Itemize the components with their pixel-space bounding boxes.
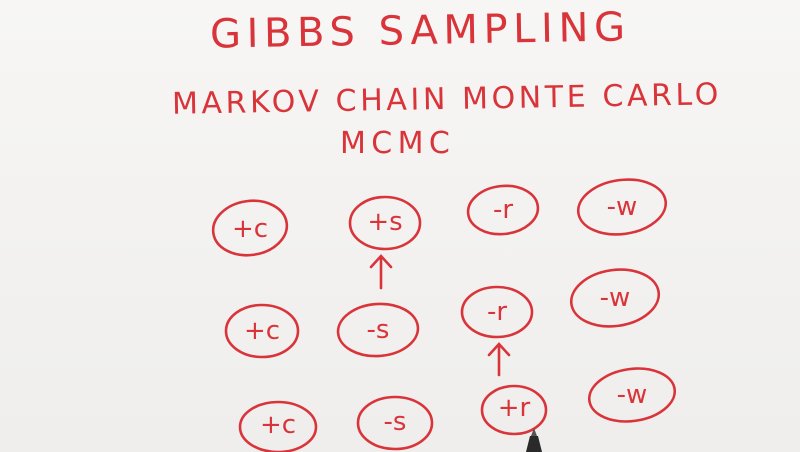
node-label: -r [493, 195, 513, 225]
node-label: -w [600, 283, 631, 313]
whiteboard: GIBBS SAMPLING MARKOV CHAIN MONTE CARLO … [0, 0, 800, 452]
node-label: +c [232, 214, 268, 244]
state-diagram: +c +s -r -w +c -s -r -w +c -s +r -w [211, 178, 677, 452]
node-label: +c [244, 316, 280, 346]
node-label: -s [367, 315, 390, 345]
node-label: +s [367, 207, 402, 237]
node-label: -w [607, 192, 638, 222]
node-label: -w [617, 380, 648, 410]
arrow-up-icon-2 [487, 342, 511, 377]
node-label: +c [260, 410, 296, 440]
node-label: -s [384, 407, 407, 437]
arrow-up-icon-1 [369, 254, 393, 290]
node-label: +r [498, 393, 531, 423]
node-label: -r [487, 297, 507, 327]
